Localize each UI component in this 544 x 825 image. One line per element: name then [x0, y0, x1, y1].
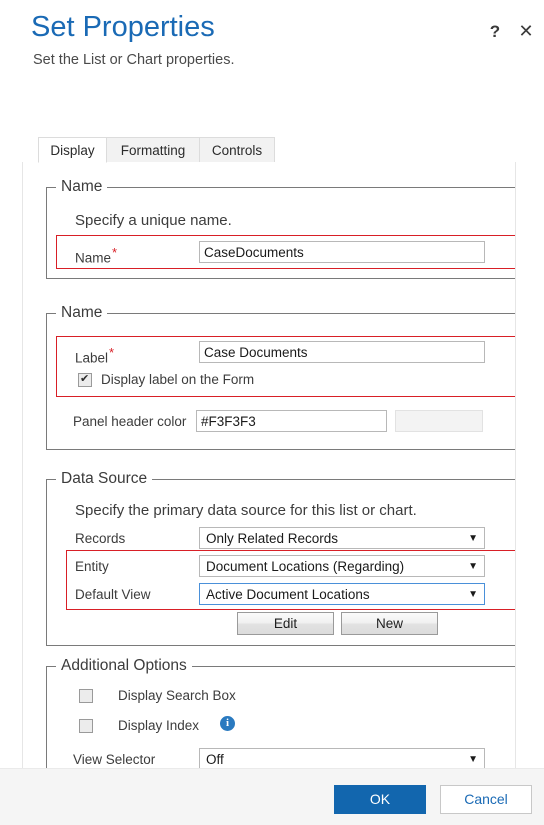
- default-view-dropdown-value: Active Document Locations: [206, 587, 370, 602]
- view-selector-dropdown[interactable]: Off ▼: [199, 748, 485, 768]
- chevron-down-icon: ▼: [468, 561, 478, 572]
- additional-options-legend: Additional Options: [61, 657, 187, 674]
- info-icon[interactable]: i: [220, 716, 235, 731]
- close-icon[interactable]: ✕: [516, 21, 536, 41]
- display-label-checkbox[interactable]: [78, 372, 92, 387]
- display-search-box-checkbox[interactable]: [79, 689, 93, 703]
- chevron-down-icon: ▼: [468, 754, 478, 765]
- help-icon[interactable]: ?: [486, 22, 504, 42]
- chevron-down-icon: ▼: [468, 533, 478, 544]
- data-source-legend: Data Source: [61, 470, 148, 487]
- cancel-button[interactable]: Cancel: [440, 785, 532, 814]
- data-source-description: Specify the primary data source for this…: [75, 502, 417, 519]
- name-unique-description: Specify a unique name.: [75, 212, 232, 229]
- default-view-label: Default View: [75, 587, 151, 602]
- tab-formatting[interactable]: Formatting: [106, 137, 200, 163]
- view-selector-label: View Selector: [73, 752, 156, 767]
- records-label: Records: [75, 531, 126, 546]
- display-index-label: Display Index: [118, 718, 200, 733]
- name-required-star: *: [112, 245, 118, 260]
- entity-label: Entity: [75, 559, 109, 574]
- label-input[interactable]: [199, 341, 485, 363]
- page-subtitle: Set the List or Chart properties.: [33, 52, 235, 68]
- label-field-label-text: Label: [75, 350, 109, 366]
- page-title: Set Properties: [31, 11, 215, 43]
- view-selector-dropdown-value: Off: [206, 752, 224, 767]
- chevron-down-icon: ▼: [468, 589, 478, 600]
- dialog-header: Set Properties Set the List or Chart pro…: [0, 0, 544, 118]
- label-required-star: *: [109, 345, 115, 360]
- name-field-label-text: Name: [75, 250, 112, 266]
- tab-strip: Display Formatting Controls: [38, 137, 516, 163]
- edit-button[interactable]: Edit: [237, 612, 334, 635]
- display-label-checkbox-label: Display label on the Form: [101, 372, 255, 387]
- display-index-checkbox[interactable]: [79, 719, 93, 733]
- name-field-label: Name*: [75, 245, 117, 266]
- name-unique-legend: Name: [61, 178, 103, 195]
- tab-display[interactable]: Display: [38, 137, 107, 163]
- entity-dropdown[interactable]: Document Locations (Regarding) ▼: [199, 555, 485, 577]
- properties-content-panel: Name Specify a unique name. Name* Name L…: [22, 162, 516, 768]
- ok-button[interactable]: OK: [334, 785, 426, 814]
- panel-header-color-swatch[interactable]: [395, 410, 483, 432]
- panel-header-color-input[interactable]: [196, 410, 387, 432]
- records-dropdown-value: Only Related Records: [206, 531, 339, 546]
- new-button[interactable]: New: [341, 612, 438, 635]
- name-input[interactable]: [199, 241, 485, 263]
- label-field-label: Label*: [75, 345, 114, 366]
- name-label-legend: Name: [61, 304, 103, 321]
- display-search-box-label: Display Search Box: [118, 688, 236, 703]
- records-dropdown[interactable]: Only Related Records ▼: [199, 527, 485, 549]
- tab-controls[interactable]: Controls: [199, 137, 275, 163]
- entity-dropdown-value: Document Locations (Regarding): [206, 559, 405, 574]
- panel-header-color-label: Panel header color: [73, 414, 187, 429]
- default-view-dropdown[interactable]: Active Document Locations ▼: [199, 583, 485, 605]
